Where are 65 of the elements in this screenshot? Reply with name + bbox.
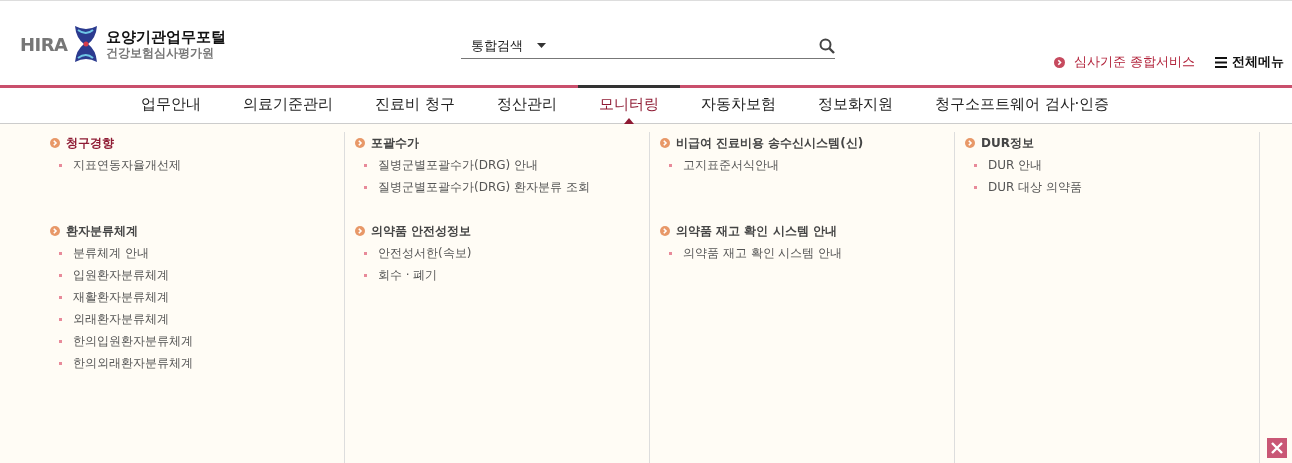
- logo-wordmark: HIRA: [20, 33, 68, 55]
- chevron-icon: [355, 138, 365, 148]
- menu-link[interactable]: 한의입원환자분류체계: [73, 332, 193, 350]
- bullet-icon: [59, 361, 62, 365]
- bullet-icon: [59, 295, 62, 299]
- section-link[interactable]: DUR정보: [981, 134, 1034, 152]
- search-icon: [818, 37, 835, 54]
- menu-link[interactable]: 질병군별포괄수가(DRG) 안내: [378, 156, 539, 174]
- close-button[interactable]: [1267, 438, 1287, 458]
- menu-link[interactable]: 의약품 재고 확인 시스템 안내: [683, 244, 843, 262]
- section-link[interactable]: 의약품 재고 확인 시스템 안내: [676, 222, 837, 240]
- portal-title: 요양기관업무포털: [105, 27, 226, 46]
- bullet-icon: [974, 185, 977, 189]
- nav-tab[interactable]: 청구소프트웨어 검사·인증: [913, 85, 1131, 123]
- section-link[interactable]: 포괄수가: [371, 134, 419, 152]
- bullet-icon: [669, 251, 672, 255]
- section-link[interactable]: 비급여 진료비용 송수신시스템(신): [676, 134, 864, 152]
- bullet-icon: [364, 185, 367, 189]
- menu-link[interactable]: 외래환자분류체계: [73, 310, 169, 328]
- bullet-icon: [59, 273, 62, 277]
- menu-link[interactable]: 고지표준서식안내: [683, 156, 779, 174]
- menu-link[interactable]: 질병군별포괄수가(DRG) 환자분류 조회: [378, 178, 590, 196]
- caret-icon: [536, 43, 546, 48]
- section-link[interactable]: 환자분류체계: [66, 222, 138, 240]
- chevron-icon: [1053, 56, 1065, 68]
- bullet-icon: [59, 317, 62, 321]
- scope-dropdown[interactable]: 통합검색: [460, 36, 546, 55]
- agency-name: 건강보험심사평가원: [105, 45, 215, 61]
- chevron-icon: [965, 138, 975, 148]
- close-icon: [1271, 442, 1283, 454]
- bullet-icon: [364, 163, 367, 167]
- pointer-icon: [623, 118, 634, 124]
- section-link[interactable]: 청구경향: [66, 134, 114, 152]
- bullet-icon: [59, 163, 62, 167]
- menu-link[interactable]: 회수 · 폐기: [378, 266, 438, 284]
- menu-link[interactable]: DUR 대상 의약품: [988, 178, 1082, 196]
- chevron-icon: [50, 138, 60, 148]
- section-link[interactable]: 의약품 안전성정보: [371, 222, 472, 240]
- menu-icon: [1215, 56, 1227, 68]
- bullet-icon: [669, 163, 672, 167]
- chevron-icon: [355, 226, 365, 236]
- bullet-icon: [364, 273, 367, 277]
- nav-tab[interactable]: 정보화지원: [796, 85, 914, 123]
- nav-tab[interactable]: 의료기준관리: [222, 85, 354, 123]
- menu-link[interactable]: 한의외래환자분류체계: [73, 354, 193, 372]
- menu-link[interactable]: 입원환자분류체계: [73, 266, 169, 284]
- chevron-icon: [50, 226, 60, 236]
- nav-tab[interactable]: 자동차보험: [679, 85, 797, 123]
- chevron-icon: [660, 138, 670, 148]
- all-menu-button[interactable]: 전체메뉴: [1215, 53, 1284, 71]
- nav-tab[interactable]: 정산관리: [475, 85, 578, 123]
- nav-tab[interactable]: 진료비 청구: [354, 85, 476, 123]
- menu-link[interactable]: 분류체계 안내: [73, 244, 149, 262]
- bullet-icon: [974, 163, 977, 167]
- menu-link[interactable]: 재활환자분류체계: [73, 288, 169, 306]
- search-field[interactable]: 통합검색: [460, 33, 835, 59]
- link-text: 심사기준 종합서비스: [1073, 53, 1195, 71]
- menu-link[interactable]: 지표연동자율개선제: [73, 156, 181, 174]
- nav-tab[interactable]: 업무안내: [120, 85, 222, 123]
- bullet-icon: [59, 339, 62, 343]
- menu-link[interactable]: DUR 안내: [988, 156, 1043, 174]
- bullet-icon: [364, 251, 367, 255]
- bullet-icon: [59, 251, 62, 255]
- menu-link[interactable]: 안전성서한(속보): [378, 244, 472, 262]
- chevron-icon: [660, 226, 670, 236]
